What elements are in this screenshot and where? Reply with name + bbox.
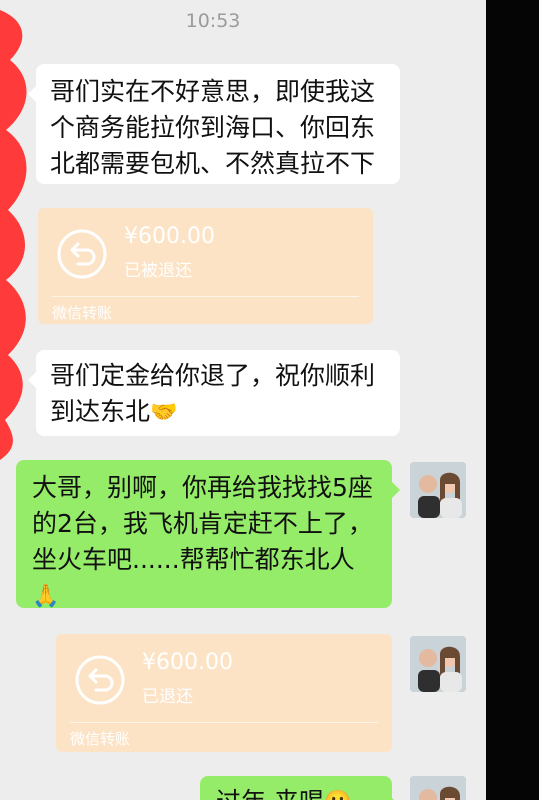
transfer-source-label: 微信转账 (52, 304, 113, 322)
refund-icon (75, 655, 125, 705)
red-redaction-scribble (0, 10, 27, 460)
transfer-amount: ¥600.00 (124, 224, 215, 249)
outgoing-message-bubble[interactable]: 过年 来喝🙂 (200, 776, 400, 800)
refund-icon (57, 229, 107, 279)
transfer-status: 已被退还 (124, 261, 192, 281)
avatar-photo-icon (410, 636, 466, 692)
user-avatar[interactable] (410, 636, 466, 692)
transfer-status: 已退还 (142, 687, 193, 707)
incoming-message-bubble[interactable]: 哥们定金给你退了，祝你顺利到达东北🤝 (28, 350, 400, 436)
transfer-divider (52, 296, 359, 297)
chat-area: 10:53 哥们实在不好意思，即使我这个商务能拉你到海口、你回东北都需要包机、不… (0, 0, 486, 800)
transfer-source-label: 微信转账 (70, 730, 131, 748)
right-edge-black-strip (486, 0, 539, 800)
avatar-photo-icon (410, 776, 466, 800)
message-text: 过年 来喝 (216, 787, 324, 800)
message-timestamp: 10:53 (185, 10, 241, 32)
transfer-card[interactable]: ¥600.00 已被退还 微信转账 (38, 208, 373, 324)
user-avatar[interactable] (410, 776, 466, 800)
handshake-emoji-icon: 🤝 (150, 400, 178, 425)
incoming-message-bubble[interactable]: 哥们实在不好意思，即使我这个商务能拉你到海口、你回东北都需要包机、不然真拉不下 (28, 64, 400, 184)
transfer-divider (70, 722, 378, 723)
user-avatar[interactable] (410, 462, 466, 518)
avatar-photo-icon (410, 462, 466, 518)
smile-emoji-icon: 🙂 (324, 785, 351, 800)
outgoing-message-bubble[interactable]: 大哥，别啊，你再给我找找5座的2台，我飞机肯定赶不上了，坐火车吧......帮帮… (16, 460, 400, 609)
message-text: 大哥，别啊，你再给我找找5座的2台，我飞机肯定赶不上了，坐火车吧......帮帮… (32, 473, 373, 574)
folded-hands-emoji-icon: 🙏 (32, 584, 60, 609)
transfer-card[interactable]: ¥600.00 已退还 微信转账 (56, 634, 392, 752)
message-text: 哥们实在不好意思，即使我这个商务能拉你到海口、你回东北都需要包机、不然真拉不下 (50, 77, 376, 178)
transfer-amount: ¥600.00 (142, 650, 233, 675)
message-text: 哥们定金给你退了，祝你顺利到达东北 (50, 361, 376, 426)
